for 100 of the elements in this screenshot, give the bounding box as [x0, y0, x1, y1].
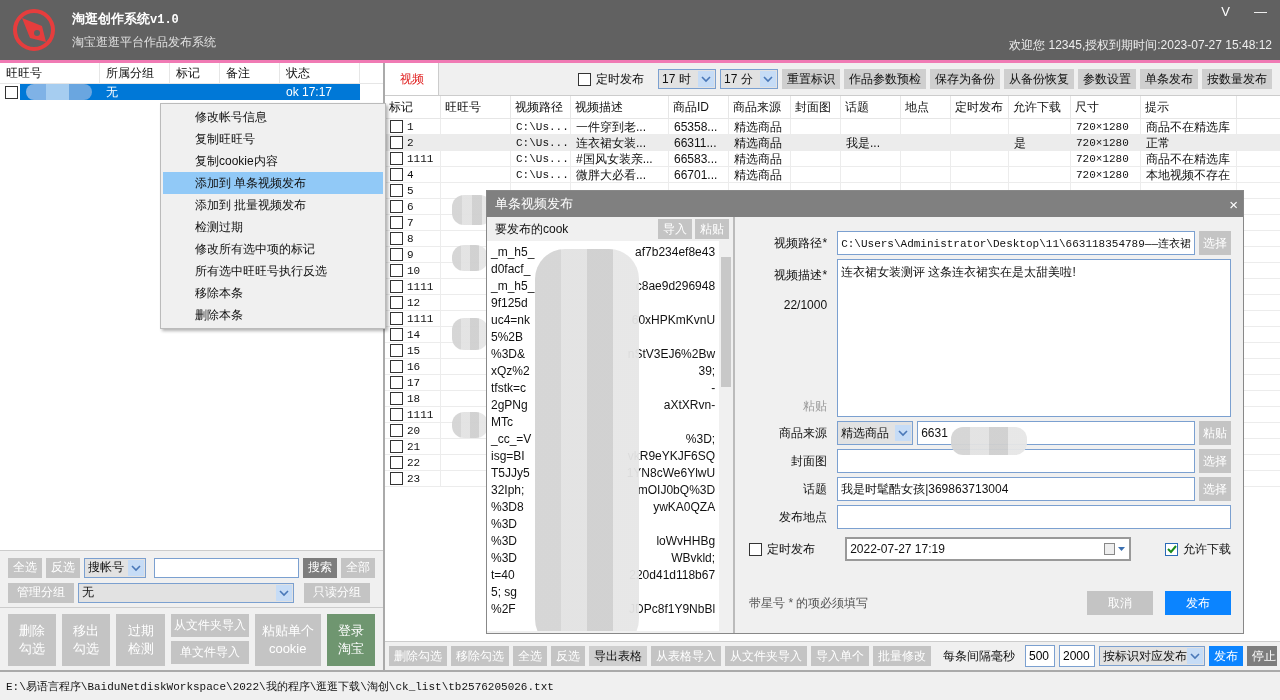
- checkbox[interactable]: [390, 280, 403, 293]
- menu-item[interactable]: 添加到 批量视频发布: [163, 194, 383, 216]
- column-header[interactable]: 视频描述: [571, 96, 669, 118]
- column-header[interactable]: 标记: [170, 63, 220, 83]
- calendar-dropdown-icon[interactable]: [1104, 543, 1127, 555]
- cookie-text-area[interactable]: [487, 241, 734, 631]
- minute-dropdown[interactable]: 17 分: [720, 69, 778, 89]
- menu-item[interactable]: 复制cookie内容: [163, 150, 383, 172]
- interval-max-field[interactable]: 2000: [1059, 645, 1095, 667]
- checkbox[interactable]: [390, 136, 403, 149]
- table-cell: 1: [407, 119, 414, 134]
- schedule-checkbox[interactable]: 定时发布: [578, 70, 644, 88]
- toolbar-button[interactable]: 单条发布: [1140, 69, 1198, 89]
- hour-dropdown[interactable]: 17 时: [658, 69, 716, 89]
- checkbox[interactable]: [390, 440, 403, 453]
- checkbox[interactable]: [390, 392, 403, 405]
- column-header[interactable]: 旺旺号: [0, 63, 100, 83]
- toolbar-button[interactable]: 按数量发布: [1202, 69, 1272, 89]
- checkbox[interactable]: [390, 456, 403, 469]
- checkbox[interactable]: [390, 312, 403, 325]
- column-header[interactable]: 旺旺号: [441, 96, 511, 118]
- menu-item[interactable]: 修改所有选中项的标记: [163, 238, 383, 260]
- table-row[interactable]: 1111 C:\Us... #国风女装亲... 66583... 精选商品 720×1280 商品不在精选库: [385, 151, 1280, 167]
- table-cell: 720×1280: [1076, 135, 1129, 150]
- toolbar-button[interactable]: 从备份恢复: [1004, 69, 1074, 89]
- checkbox[interactable]: [390, 232, 403, 245]
- checkbox[interactable]: [390, 200, 403, 213]
- table-row[interactable]: 2 C:\Us... 连衣裙女装... 66311... 精选商品 我是... 是 720×1280 正常: [385, 135, 1280, 151]
- schedule-checkbox[interactable]: 定时发布: [749, 540, 832, 558]
- checkbox[interactable]: [5, 85, 18, 99]
- checkbox[interactable]: [390, 408, 403, 421]
- column-header[interactable]: 话题: [841, 96, 901, 118]
- checkbox[interactable]: [390, 472, 403, 485]
- scrollbar[interactable]: [719, 241, 734, 631]
- description-field[interactable]: 连衣裙女装测评 这条连衣裙实在是太甜美啦!: [837, 259, 1231, 417]
- table-cell: C:\Us...: [516, 119, 569, 134]
- toolbar-button[interactable]: 保存为备份: [930, 69, 1000, 89]
- column-header[interactable]: 备注: [220, 63, 280, 83]
- checkbox[interactable]: [390, 184, 403, 197]
- close-button[interactable]: ×: [1224, 195, 1243, 213]
- checkbox[interactable]: [390, 248, 403, 261]
- column-header[interactable]: 定时发布: [951, 96, 1009, 118]
- checkbox[interactable]: [390, 328, 403, 341]
- group-dropdown[interactable]: 无: [78, 582, 294, 603]
- topic-field[interactable]: 我是时髦酷女孩|369863713004: [837, 477, 1195, 501]
- column-header[interactable]: 地点: [901, 96, 951, 118]
- allow-download-checkbox[interactable]: 允许下载: [1165, 540, 1231, 558]
- video-path-field[interactable]: C:\Users\Administrator\Desktop\11\663118354789——连衣裙: [837, 231, 1195, 255]
- table-row[interactable]: 4 C:\Us... 微胖大必看... 66701... 精选商品 720×1280 本地视频不存在: [385, 167, 1280, 183]
- toolbar-button[interactable]: 重置标识: [782, 69, 840, 89]
- search-type-dropdown[interactable]: 搜帐号: [84, 557, 146, 578]
- tab[interactable]: 视频: [385, 63, 439, 95]
- search-field[interactable]: [153, 557, 299, 578]
- menu-item[interactable]: 添加到 单条视频发布: [163, 172, 383, 194]
- menu-item[interactable]: 删除本条: [163, 304, 383, 326]
- checkbox[interactable]: [390, 120, 403, 133]
- table-cell: 22: [407, 455, 421, 470]
- stop-button[interactable]: 停止: [1247, 646, 1277, 666]
- checkbox[interactable]: [390, 264, 403, 277]
- checkbox[interactable]: [390, 296, 403, 309]
- menu-item[interactable]: 移除本条: [163, 282, 383, 304]
- column-header[interactable]: 商品来源: [729, 96, 791, 118]
- toolbar-button[interactable]: 参数设置: [1078, 69, 1136, 89]
- column-header[interactable]: 允许下载: [1009, 96, 1071, 118]
- menu-item[interactable]: 检测过期: [163, 216, 383, 238]
- column-header[interactable]: 视频路径: [511, 96, 571, 118]
- toolbar-button[interactable]: 作品参数预检: [844, 69, 926, 89]
- column-header[interactable]: 所属分组: [100, 63, 170, 83]
- menu-item[interactable]: 复制旺旺号: [163, 128, 383, 150]
- checkbox[interactable]: [390, 344, 403, 357]
- window-control[interactable]: —: [1249, 4, 1272, 19]
- interval-min-field[interactable]: 500: [1025, 645, 1055, 667]
- table-cell: 1111: [407, 311, 434, 326]
- publish-button[interactable]: 发布: [1209, 646, 1243, 666]
- checkbox[interactable]: [390, 360, 403, 373]
- source-dropdown[interactable]: 精选商品: [837, 421, 914, 445]
- column-header[interactable]: 封面图: [791, 96, 841, 118]
- publish-mode-dropdown[interactable]: 按标识对应发布: [1099, 646, 1205, 666]
- action-button[interactable]: 导出表格: [589, 646, 647, 666]
- datetime-picker[interactable]: 2022-07-27 17:19: [845, 537, 1132, 561]
- cookie-text: 2gPNg: [491, 398, 528, 414]
- checkbox[interactable]: [390, 168, 403, 181]
- column-header[interactable]: 提示: [1141, 96, 1237, 118]
- checkbox[interactable]: [390, 376, 403, 389]
- window-control[interactable]: V: [1216, 4, 1235, 19]
- search-button[interactable]: 搜索: [303, 557, 337, 578]
- cookie-text: %3D&: [491, 347, 525, 363]
- checkbox[interactable]: [390, 152, 403, 165]
- menu-item[interactable]: 所有选中旺旺号执行反选: [163, 260, 383, 282]
- cookie-label: 要发布的cook: [495, 220, 569, 238]
- cover-image-field[interactable]: [837, 449, 1195, 473]
- menu-item[interactable]: 修改帐号信息: [163, 106, 383, 128]
- column-header[interactable]: 状态: [280, 63, 360, 83]
- account-row[interactable]: 无 ok 17:17: [20, 84, 360, 100]
- publish-button[interactable]: 发布: [1165, 591, 1231, 615]
- column-header[interactable]: 商品ID: [669, 96, 729, 118]
- checkbox[interactable]: [390, 424, 403, 437]
- location-field[interactable]: [837, 505, 1231, 529]
- column-header[interactable]: 尺寸: [1071, 96, 1141, 118]
- checkbox[interactable]: [390, 216, 403, 229]
